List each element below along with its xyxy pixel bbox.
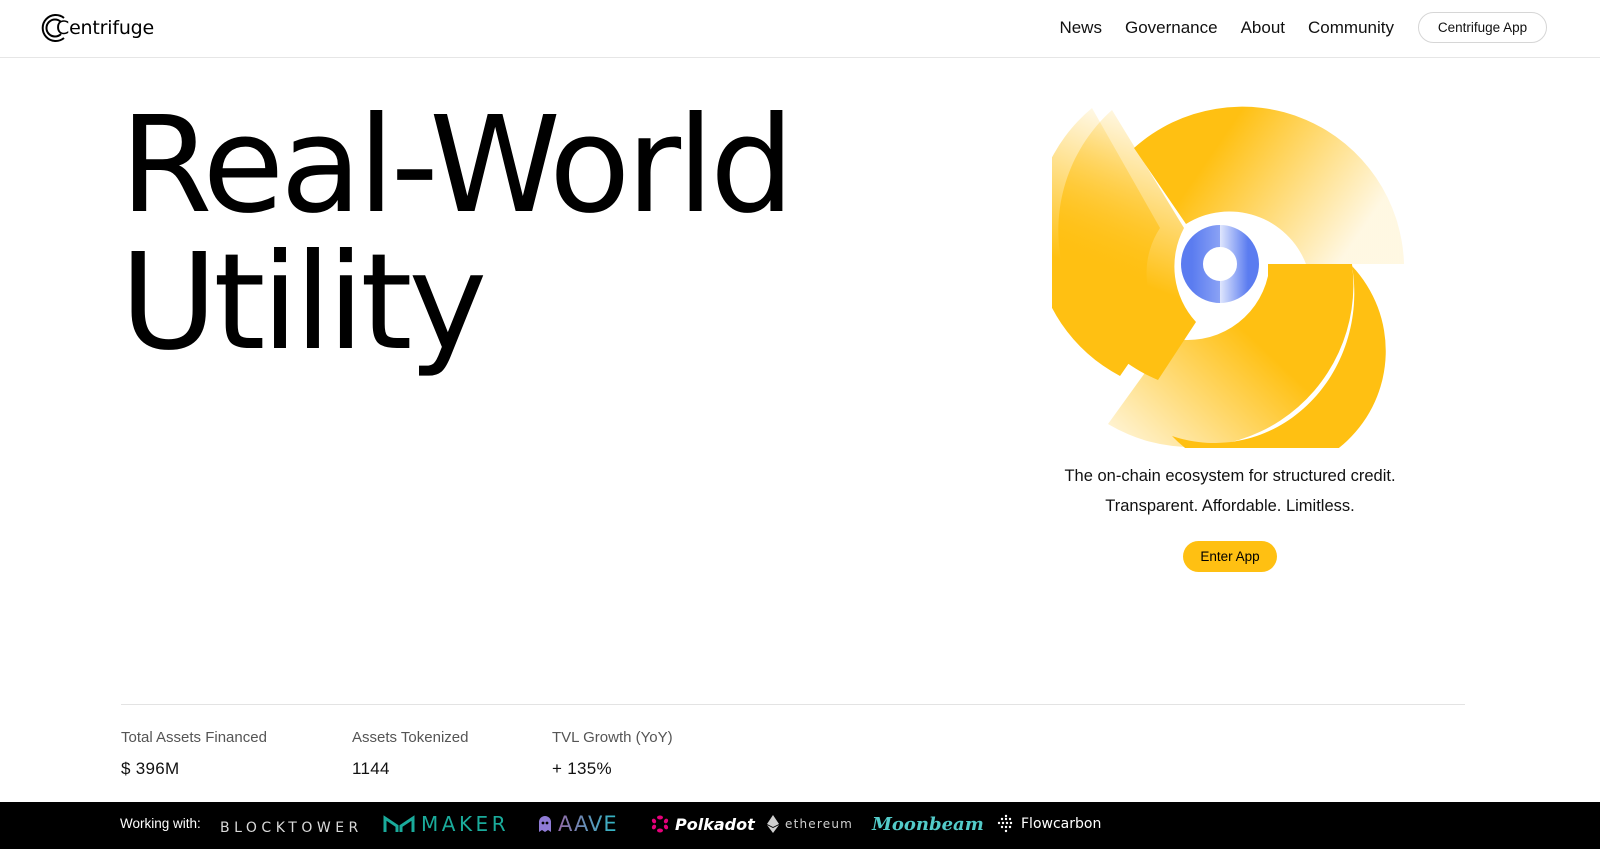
stat-value: + 135%: [552, 759, 612, 778]
nav-about[interactable]: About: [1241, 16, 1285, 40]
centrifuge-app-button[interactable]: Centrifuge App: [1418, 12, 1547, 43]
ethereum-diamond-icon: [767, 815, 779, 833]
stat-assets-tokenized: Assets Tokenized 1144: [352, 728, 468, 780]
polkadot-logo-text: Polkadot: [675, 814, 755, 834]
moonbeam-logo-text: Moonbeam: [872, 813, 984, 835]
blocktower-logo-text: BLOCKTOWER: [220, 820, 363, 836]
hero-title-line-1: Real-World: [120, 89, 794, 243]
centrifuge-logo[interactable]: Centrifuge: [40, 13, 154, 43]
centrifuge-swirl-illustration: [1052, 106, 1404, 448]
nav-community[interactable]: Community: [1308, 16, 1394, 40]
ethereum-logo[interactable]: ethereum: [767, 810, 853, 838]
flowcarbon-dots-icon: [997, 814, 1013, 833]
maker-logo-text: MAKER: [421, 812, 510, 836]
hero-title: Real-World Utility: [120, 89, 794, 380]
flowcarbon-logo[interactable]: Flowcarbon: [997, 810, 1101, 838]
maker-logo[interactable]: MAKER: [383, 810, 509, 838]
stat-value: $ 396M: [121, 759, 180, 778]
stat-total-assets-financed: Total Assets Financed $ 396M: [121, 728, 267, 780]
blocktower-logo[interactable]: BLOCKTOWER: [220, 814, 363, 842]
maker-logo-icon: [383, 815, 415, 832]
aave-logo[interactable]: AAVE: [538, 810, 618, 838]
stat-label: Total Assets Financed: [121, 729, 267, 746]
stat-tvl-growth: TVL Growth (YoY) + 135%: [552, 728, 673, 780]
stat-value: 1144: [352, 759, 390, 778]
main-nav: News Governance About Community: [1036, 16, 1394, 40]
aave-ghost-icon: [539, 816, 551, 832]
enter-app-button[interactable]: Enter App: [1183, 541, 1277, 572]
polkadot-logo[interactable]: Polkadot: [651, 810, 755, 838]
stat-label: TVL Growth (YoY): [552, 729, 673, 746]
hero-tagline-2: Transparent. Affordable. Limitless.: [1105, 497, 1355, 515]
hero-tagline-1: The on-chain ecosystem for structured cr…: [1064, 467, 1396, 485]
ethereum-logo-text: ethereum: [785, 817, 854, 831]
nav-governance[interactable]: Governance: [1125, 16, 1218, 40]
site-header: Centrifuge News Governance About Communi…: [0, 0, 1600, 58]
stats-divider: [121, 704, 1465, 705]
logo-text: Centrifuge: [56, 17, 155, 39]
polkadot-icon: [651, 815, 669, 833]
partners-label: Working with:: [120, 816, 201, 831]
hero-title-line-2: Utility: [120, 226, 487, 380]
aave-logo-text: AAVE: [558, 812, 618, 836]
moonbeam-logo[interactable]: Moonbeam: [872, 810, 984, 838]
partners-bar: Working with: BLOCKTOWER MAKER AAVE Polk…: [0, 802, 1600, 849]
flowcarbon-logo-text: Flowcarbon: [1021, 816, 1102, 832]
nav-news[interactable]: News: [1059, 16, 1102, 40]
stat-label: Assets Tokenized: [352, 729, 469, 746]
